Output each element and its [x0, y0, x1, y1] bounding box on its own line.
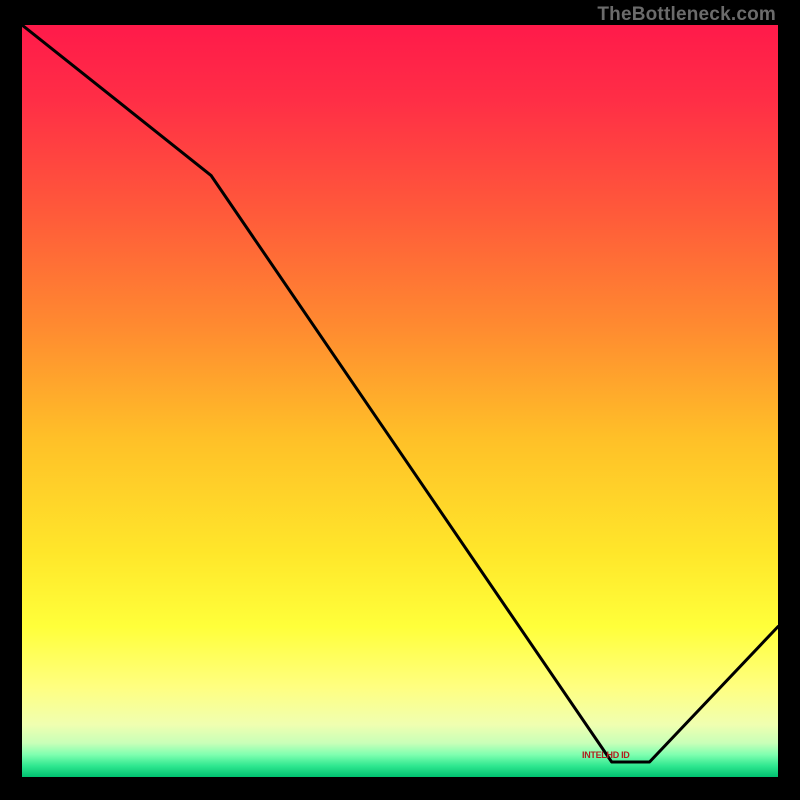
data-line [22, 25, 778, 777]
gpu-label: INTELHD ID [582, 750, 630, 760]
attribution-text: TheBottleneck.com [597, 4, 776, 26]
plot-area: INTELHD ID [22, 25, 778, 777]
chart-canvas: INTELHD ID TheBottleneck.com [0, 0, 800, 800]
